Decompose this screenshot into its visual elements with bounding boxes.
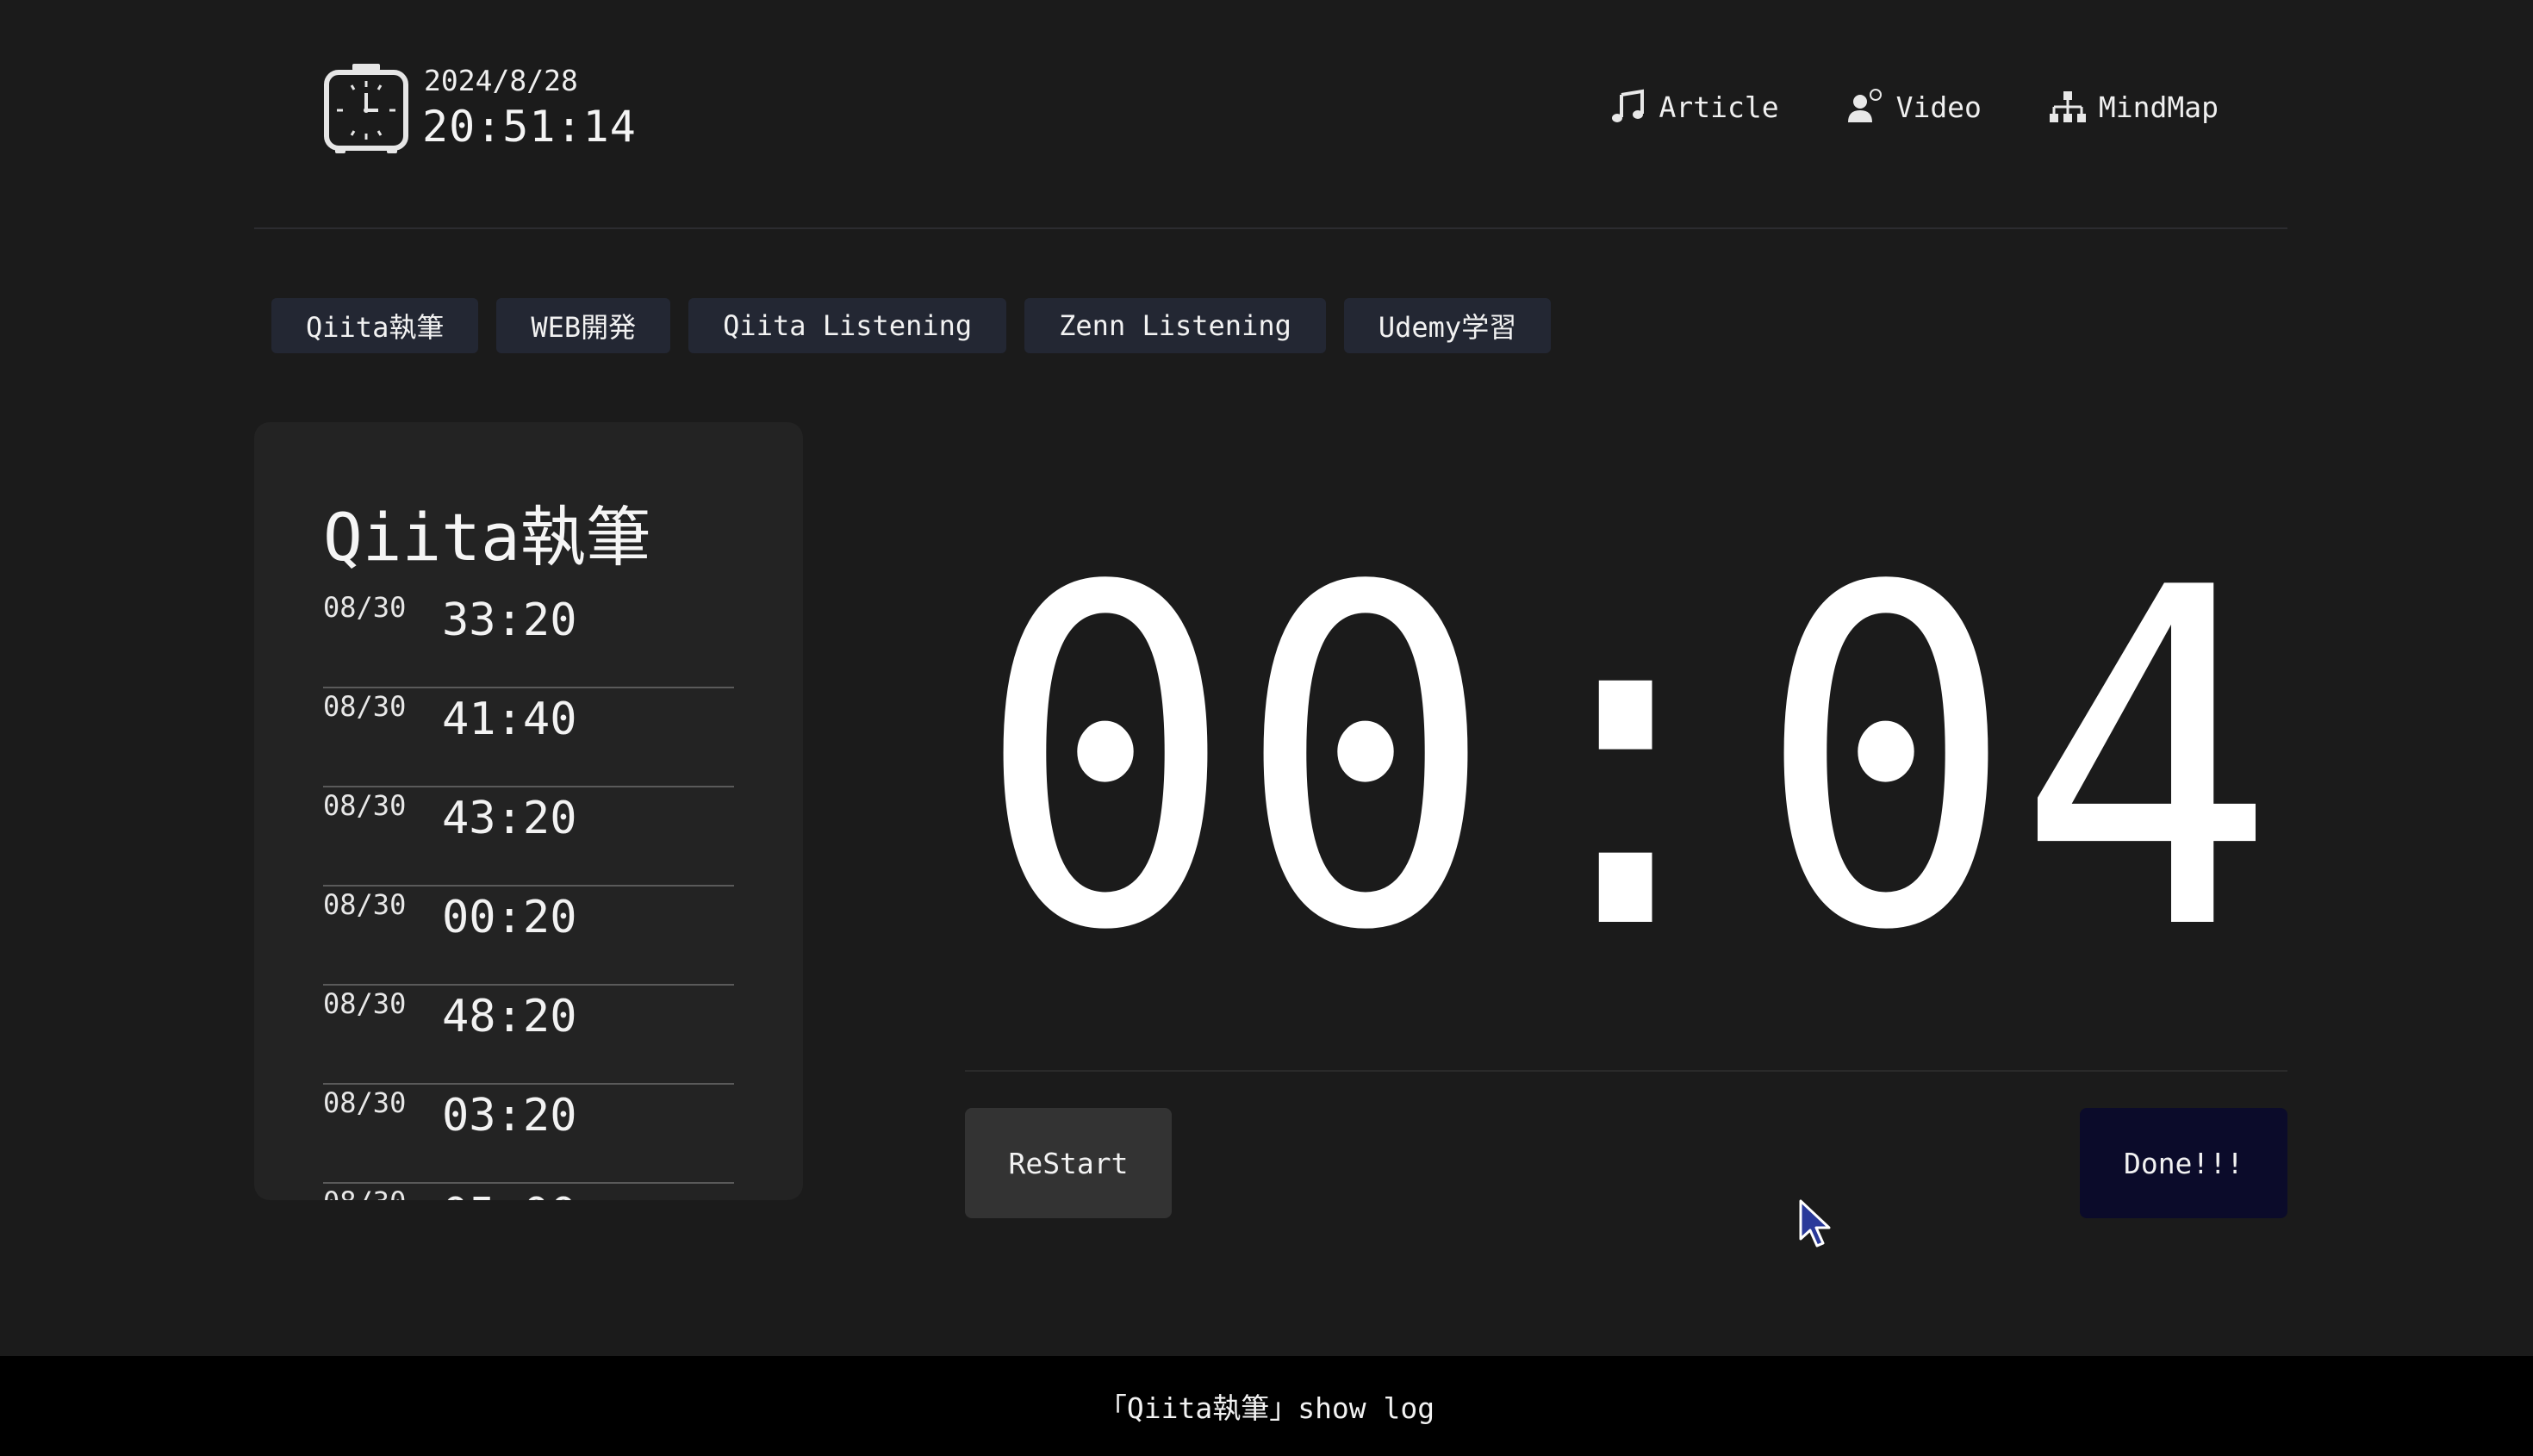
tag-web-dev[interactable]: WEB開発: [496, 298, 671, 353]
music-note-icon: [1611, 89, 1644, 122]
log-entry-duration: 00:20: [442, 892, 577, 943]
log-entry-date: 08/30: [323, 987, 407, 1020]
footer-text: 「Qiita執筆」show log: [1098, 1391, 1435, 1425]
log-entry: 08/30 41:40: [323, 690, 734, 787]
top-nav: Article Video MindMap: [1609, 88, 2219, 126]
current-time: 20:51:14: [422, 102, 637, 152]
log-panel[interactable]: Qiita執筆 08/30 33:20 08/30 41:40 08/30 43…: [254, 422, 803, 1200]
log-entry: 08/30 05:00: [323, 1185, 734, 1200]
nav-video-label: Video: [1895, 90, 1982, 124]
tag-qiita-writing[interactable]: Qiita執筆: [271, 298, 479, 353]
timer-display: 00:04: [965, 491, 2287, 1032]
app-page: 2024/8/28 20:51:14 Article Video MindMap…: [0, 0, 2533, 1456]
log-entry-duration: 43:20: [442, 793, 577, 844]
timer-value: 00:04: [975, 551, 2276, 965]
log-entry-date: 08/30: [323, 1185, 406, 1200]
tag-udemy-study[interactable]: Udemy学習: [1343, 298, 1552, 353]
log-entry-date: 08/30: [323, 690, 407, 723]
divider: [965, 1070, 2287, 1072]
category-tags: Qiita執筆 WEB開発 Qiita Listening Zenn Liste…: [271, 298, 1552, 353]
log-entry-date: 08/30: [323, 1086, 407, 1119]
restart-button[interactable]: ReStart: [965, 1108, 1172, 1218]
nav-mindmap[interactable]: MindMap: [2049, 88, 2219, 126]
log-entry-date: 08/30: [323, 789, 407, 822]
timer-digits: 00:04: [975, 491, 2276, 1032]
log-entry-date: 08/30: [323, 888, 407, 921]
nav-video[interactable]: Video: [1846, 88, 1982, 126]
mouse-cursor-icon: [1799, 1199, 1831, 1248]
log-entry: 08/30 33:20: [323, 591, 734, 688]
log-entry: 08/30 00:20: [323, 888, 734, 986]
nav-article-label: Article: [1659, 90, 1779, 124]
nav-mindmap-label: MindMap: [2098, 90, 2219, 124]
log-entry-date: 08/30: [323, 591, 407, 624]
tag-qiita-listening[interactable]: Qiita Listening: [688, 298, 1007, 353]
log-entry-duration: 33:20: [442, 594, 577, 646]
person-chat-icon: [1847, 89, 1882, 122]
log-entry: 08/30 48:20: [323, 987, 734, 1085]
done-button[interactable]: Done!!!: [2080, 1108, 2287, 1218]
tag-zenn-listening[interactable]: Zenn Listening: [1024, 298, 1326, 353]
log-entry-duration: 05:00: [442, 1189, 577, 1200]
sitemap-icon: [2049, 91, 2086, 122]
footer-bar: 「Qiita執筆」show log: [0, 1356, 2533, 1456]
header: 2024/8/28 20:51:14 Article Video MindMap: [254, 0, 2287, 229]
log-list: 08/30 33:20 08/30 41:40 08/30 43:20 08/3…: [323, 591, 734, 1200]
nav-article[interactable]: Article: [1609, 88, 1779, 126]
log-entry-duration: 41:40: [442, 694, 577, 745]
log-entry: 08/30 03:20: [323, 1086, 734, 1184]
log-entry-duration: 48:20: [442, 991, 577, 1042]
clock-icon: [324, 64, 408, 153]
log-title: Qiita執筆: [323, 499, 651, 576]
current-date: 2024/8/28: [424, 64, 578, 97]
log-entry-duration: 03:20: [442, 1090, 577, 1142]
log-entry: 08/30 43:20: [323, 789, 734, 887]
